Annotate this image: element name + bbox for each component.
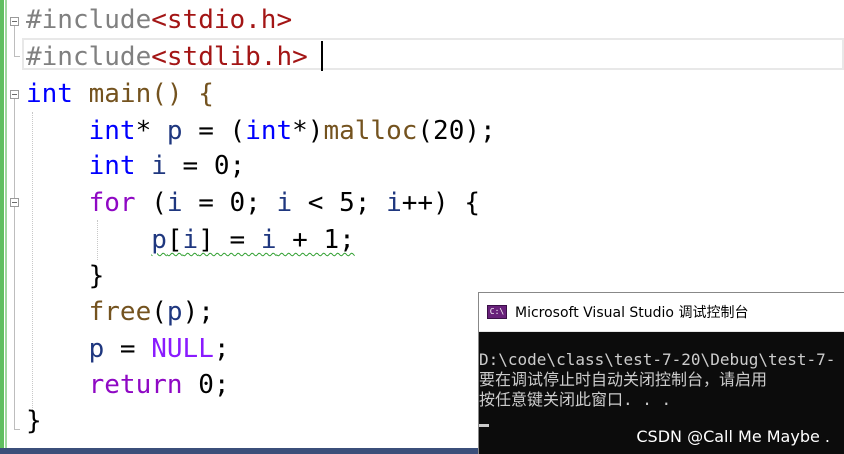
debug-console-window[interactable]: C:\ Microsoft Visual Studio 调试控制台 D:\cod… [478,292,844,454]
control-keyword: for [88,188,136,218]
keyword: int [88,151,136,181]
code-text: } [26,406,42,436]
console-title: Microsoft Visual Studio 调试控制台 [515,305,749,321]
text-caret [321,41,323,71]
watermark: CSDN @Call Me Maybe . [636,427,830,446]
fold-guide-line [14,26,15,56]
variable: i [386,188,402,218]
code-line[interactable]: } [26,403,42,439]
code-line[interactable]: } [26,258,105,294]
code-line[interactable]: for (i = 0; i < 5; i++) { [26,185,480,221]
code-text: } [88,261,105,291]
code-line[interactable]: return 0; [26,367,230,403]
code-text: 0; [182,370,230,400]
code-text: *) [292,116,324,146]
variable: i [276,188,293,218]
fold-toggle-icon[interactable] [10,90,19,99]
fold-guide-end [14,429,20,430]
console-line: 要在调试停止时自动关闭控制台，请启用 [479,370,768,389]
fold-guide-end [14,56,20,57]
function-signature: main() { [72,79,214,109]
code-text: (20); [417,116,496,146]
keyword: int [88,116,136,146]
console-cursor [479,424,489,427]
variable: i [166,188,183,218]
console-output: D:\code\class\test-7-20\Debug\test-7- 要在… [479,332,844,430]
code-text: ; [213,334,230,364]
console-line: 按任意键关闭此窗口. . . [479,390,672,409]
vs-console-icon: C:\ [487,305,507,319]
variable: p [166,116,183,146]
code-text: = [104,334,152,364]
fold-guide-line [14,99,15,429]
console-line: D:\code\class\test-7-20\Debug\test-7- [479,350,836,369]
code-line[interactable]: p[i] = i + 1; [26,222,355,258]
fold-toggle-icon[interactable] [10,17,19,26]
control-keyword: return [88,370,183,400]
change-tracking-bar [0,0,4,454]
code-line[interactable]: free(p); [26,294,214,330]
code-text: = 0; [182,188,277,218]
function-name: malloc [323,116,418,146]
code-text: [ [166,225,183,255]
code-text: = ( [182,116,246,146]
variable: p [166,297,183,327]
code-text: = 0; [166,151,246,181]
code-line[interactable]: p = NULL; [26,331,230,367]
keyword: int [26,79,73,109]
code-line[interactable]: #include<stdio.h> [26,2,292,38]
fold-toggle-icon[interactable] [10,198,19,207]
variable: i [151,151,167,181]
variable: p [151,225,167,255]
console-titlebar[interactable]: C:\ Microsoft Visual Studio 调试控制台 [479,293,844,332]
code-line[interactable]: int* p = (int*)malloc(20); [26,113,496,149]
variable: i [182,225,199,255]
preprocessor-directive: #include [26,5,152,35]
include-path: <stdio.h> [151,5,293,35]
code-text: * [135,116,167,146]
variable: i [260,225,277,255]
code-text: ++) { [401,188,480,218]
code-text: + 1; [276,225,355,255]
code-text: ); [182,297,214,327]
variable: p [88,334,105,364]
macro: NULL [151,334,214,364]
keyword: int [245,116,293,146]
code-text: < 5; [292,188,387,218]
function-name: free [88,297,152,327]
preprocessor-directive: #include [26,42,152,72]
code-line[interactable]: #include<stdlib.h> [26,39,308,75]
code-line[interactable]: int i = 0; [26,148,246,184]
code-line[interactable]: int main() { [26,76,214,112]
include-path: <stdlib.h> [151,42,308,72]
warning-squiggle[interactable]: p[i] = i + 1; [151,225,355,255]
code-text: ( [135,188,167,218]
code-text: ( [151,297,167,327]
change-tracking-bar-secondary [5,0,7,454]
code-text: ] = [198,225,261,255]
